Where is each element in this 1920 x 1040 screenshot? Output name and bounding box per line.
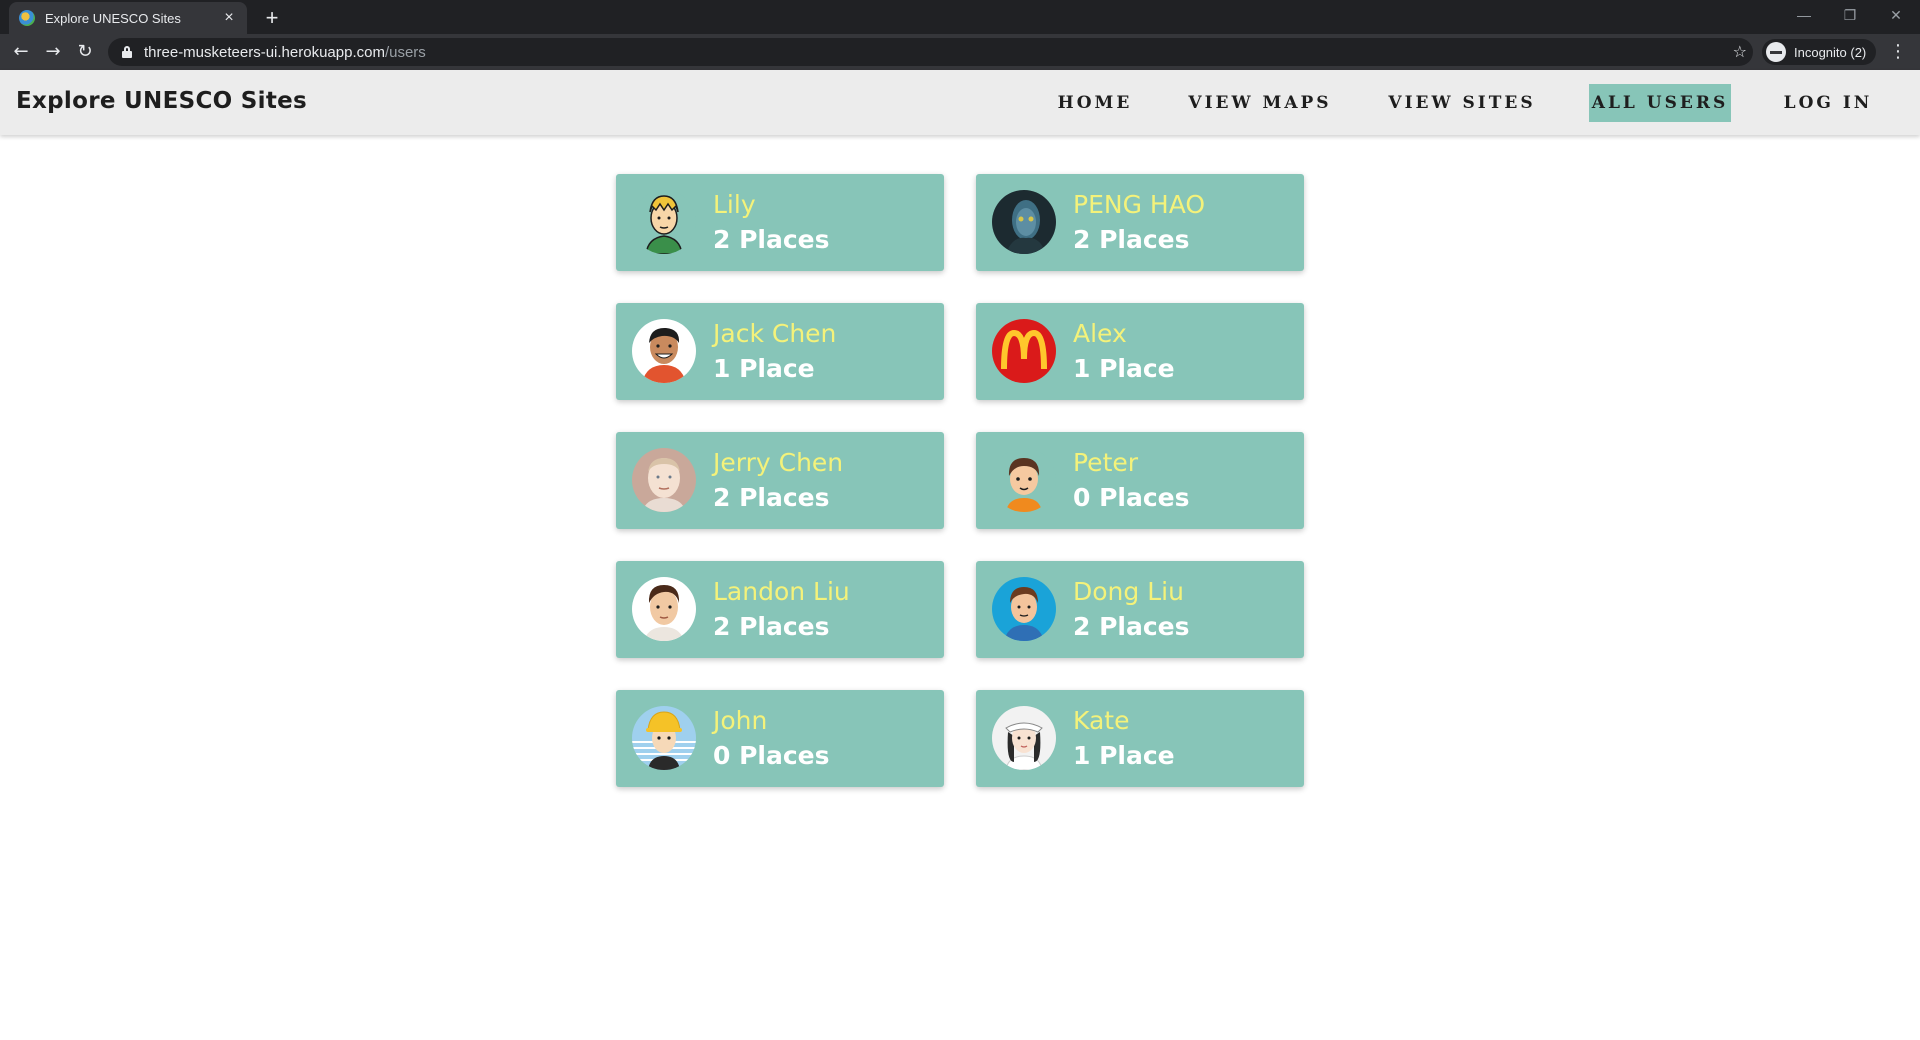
- browser-menu-icon[interactable]: ⋮: [1886, 38, 1910, 66]
- app-header: Explore UNESCO Sites HOME VIEW MAPS VIEW…: [0, 70, 1920, 135]
- cartoon-boy-avatar-icon: [992, 448, 1056, 512]
- user-card-jerry-chen[interactable]: Jerry Chen 2 Places: [616, 432, 944, 529]
- nav-all-users[interactable]: ALL USERS: [1589, 84, 1731, 122]
- incognito-badge[interactable]: Incognito (2): [1762, 39, 1877, 65]
- user-name: Landon Liu: [713, 577, 850, 606]
- globe-favicon-icon: [19, 10, 35, 26]
- browser-toolbar: ← → ↻ three-musketeers-ui.herokuapp.com /…: [0, 34, 1920, 70]
- cartoon-woman-visor-avatar-icon: [992, 706, 1056, 770]
- user-name: Dong Liu: [1073, 577, 1184, 606]
- user-name: Jerry Chen: [713, 448, 844, 477]
- user-card-kate[interactable]: Kate 1 Place: [976, 690, 1304, 787]
- user-name: Alex: [1073, 319, 1127, 348]
- site-brand[interactable]: Explore UNESCO Sites: [16, 88, 307, 114]
- bookmark-star-icon[interactable]: ☆: [1733, 38, 1747, 66]
- user-card-peter[interactable]: Peter 0 Places: [976, 432, 1304, 529]
- lock-icon: [122, 46, 132, 58]
- user-card-jack-chen[interactable]: Jack Chen 1 Place: [616, 303, 944, 400]
- user-card-alex[interactable]: Alex 1 Place: [976, 303, 1304, 400]
- address-bar[interactable]: three-musketeers-ui.herokuapp.com/users …: [108, 38, 1753, 66]
- reload-icon[interactable]: ↻: [71, 38, 99, 66]
- user-places-count: 2 Places: [713, 612, 830, 641]
- user-name: Jack Chen: [713, 319, 837, 348]
- nav-log-in[interactable]: LOG IN: [1778, 84, 1878, 122]
- user-places-count: 0 Places: [1073, 483, 1190, 512]
- cartoon-bald-man-avatar-icon: [632, 448, 696, 512]
- user-name: Kate: [1073, 706, 1130, 735]
- user-card-dong-liu[interactable]: Dong Liu 2 Places: [976, 561, 1304, 658]
- user-places-count: 0 Places: [713, 741, 830, 770]
- minimize-window-button[interactable]: —: [1781, 0, 1827, 30]
- cartoon-smiling-man-avatar-icon: [632, 319, 696, 383]
- user-card-landon-liu[interactable]: Landon Liu 2 Places: [616, 561, 944, 658]
- user-name: John: [713, 706, 768, 735]
- incognito-icon: [1766, 42, 1786, 62]
- tab-title: Explore UNESCO Sites: [45, 10, 181, 26]
- user-name: PENG HAO: [1073, 190, 1206, 219]
- incognito-label: Incognito (2): [1794, 44, 1867, 60]
- user-card-lily[interactable]: Lily 2 Places: [616, 174, 944, 271]
- user-places-count: 1 Place: [1073, 741, 1175, 770]
- new-tab-button[interactable]: +: [258, 4, 286, 32]
- cartoon-blonde-avatar-icon: [632, 190, 696, 254]
- tab-close-icon[interactable]: ×: [221, 9, 237, 27]
- nav-home[interactable]: HOME: [1050, 84, 1140, 122]
- user-name: Peter: [1073, 448, 1139, 477]
- browser-tab-strip: Explore UNESCO Sites × + — ❐ ✕: [0, 0, 1920, 34]
- user-places-count: 1 Place: [713, 354, 815, 383]
- avatar-movie-character-photo-icon: [992, 190, 1056, 254]
- user-places-count: 2 Places: [713, 225, 830, 254]
- url-host: three-musketeers-ui.herokuapp.com: [144, 43, 385, 61]
- user-card-peng-hao[interactable]: PENG HAO 2 Places: [976, 174, 1304, 271]
- nav-view-maps[interactable]: VIEW MAPS: [1184, 84, 1336, 122]
- browser-tab[interactable]: Explore UNESCO Sites ×: [9, 2, 247, 34]
- user-places-count: 2 Places: [1073, 225, 1190, 254]
- close-window-button[interactable]: ✕: [1873, 0, 1919, 30]
- golden-arches-logo-avatar-icon: [992, 319, 1056, 383]
- url-path: /users: [384, 43, 426, 61]
- user-places-count: 2 Places: [1073, 612, 1190, 641]
- cartoon-man-brown-hair-avatar-icon: [632, 577, 696, 641]
- nav-view-sites[interactable]: VIEW SITES: [1384, 84, 1540, 122]
- forward-arrow-icon[interactable]: →: [39, 38, 67, 66]
- user-places-count: 2 Places: [713, 483, 830, 512]
- user-card-john[interactable]: John 0 Places: [616, 690, 944, 787]
- user-places-count: 1 Place: [1073, 354, 1175, 383]
- back-arrow-icon[interactable]: ←: [7, 38, 35, 66]
- user-name: Lily: [713, 190, 756, 219]
- restore-window-button[interactable]: ❐: [1827, 0, 1873, 30]
- cartoon-man-blue-circle-avatar-icon: [992, 577, 1056, 641]
- cartoon-hardhat-worker-avatar-icon: [632, 706, 696, 770]
